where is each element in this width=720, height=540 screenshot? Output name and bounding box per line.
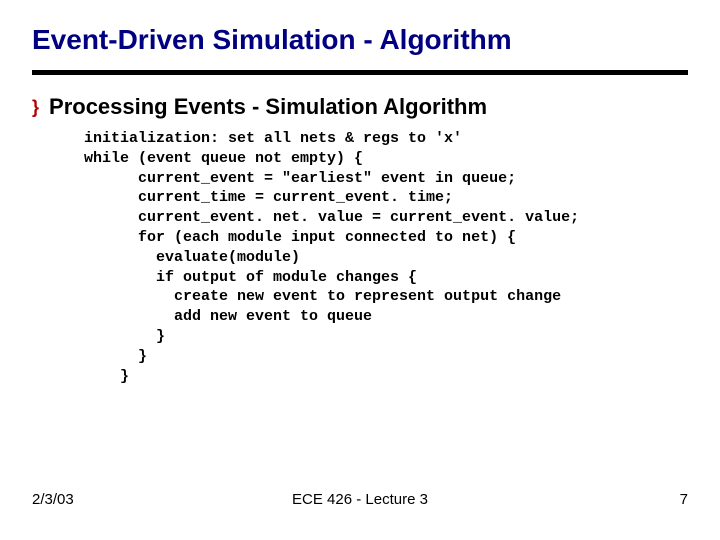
footer-page-number: 7 — [680, 491, 688, 508]
footer-center: ECE 426 - Lecture 3 — [292, 491, 428, 508]
algorithm-code: initialization: set all nets & regs to '… — [84, 129, 688, 386]
slide: Event-Driven Simulation - Algorithm } Pr… — [0, 0, 720, 540]
footer: 2/3/03 ECE 426 - Lecture 3 7 — [0, 491, 720, 508]
footer-date: 2/3/03 — [32, 491, 74, 508]
section-row: } Processing Events - Simulation Algorit… — [32, 95, 688, 119]
bullet-icon: } — [32, 95, 39, 119]
title-divider — [32, 70, 688, 75]
page-title: Event-Driven Simulation - Algorithm — [32, 24, 688, 56]
section-title: Processing Events - Simulation Algorithm — [49, 95, 487, 119]
